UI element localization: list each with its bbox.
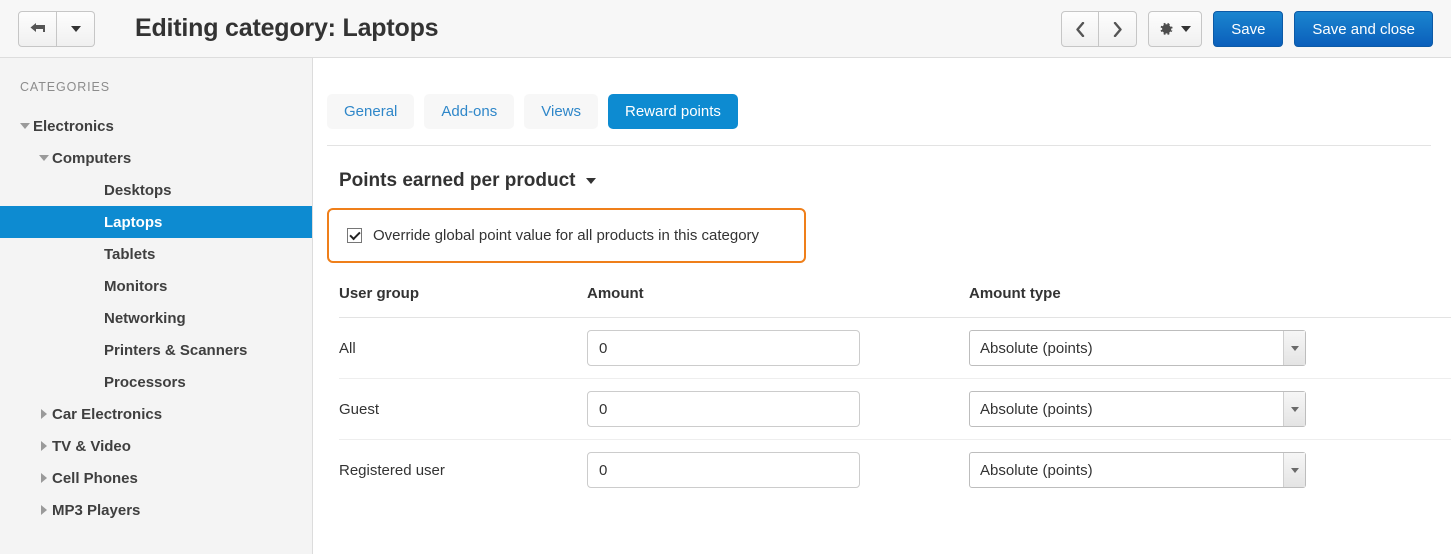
- tab-add-ons[interactable]: Add-ons: [424, 94, 515, 129]
- sidebar-item-monitors[interactable]: Monitors: [0, 270, 312, 302]
- sidebar-item-label: Processors: [104, 373, 186, 391]
- sidebar-item-label: Electronics: [33, 117, 114, 135]
- back-button-group: [18, 10, 95, 47]
- table-header-row: User group Amount Amount type: [339, 285, 1451, 318]
- sidebar-item-label: Computers: [52, 149, 132, 167]
- sidebar-item-label: Desktops: [104, 181, 172, 199]
- main-content: General Add-ons Views Reward points Points …: [313, 58, 1451, 554]
- settings-dropdown-button[interactable]: [1148, 11, 1203, 47]
- points-table: User group Amount Amount type All Absolut…: [339, 285, 1451, 500]
- caret-right-icon[interactable]: [36, 441, 52, 451]
- category-tree: Electronics Computers Desktops Laptops Table…: [0, 110, 312, 526]
- sidebar-title: CATEGORIES: [20, 80, 111, 94]
- page-body: CATEGORIES Electronics Computers Desktops L…: [0, 58, 1451, 554]
- amount-input[interactable]: [587, 391, 860, 427]
- sidebar-item-label: Laptops: [104, 213, 163, 231]
- tab-reward-points[interactable]: Reward points: [608, 94, 738, 129]
- column-header-user-group: User group: [339, 285, 587, 318]
- section-header-points-earned[interactable]: Points earned per product: [339, 170, 1431, 192]
- sidebar-item-label: TV & Video: [52, 437, 131, 455]
- sidebar-item-desktops[interactable]: Desktops: [0, 174, 312, 206]
- caret-right-icon[interactable]: [36, 473, 52, 483]
- sidebar-item-car-electronics[interactable]: Car Electronics: [0, 398, 312, 430]
- cell-amount: [587, 440, 969, 501]
- tab-views[interactable]: Views: [524, 94, 598, 129]
- nav-button-group: [1061, 11, 1138, 47]
- chevron-down-icon: [1181, 26, 1192, 32]
- previous-button[interactable]: [1061, 11, 1100, 47]
- sidebar-item-label: Monitors: [104, 277, 168, 295]
- tab-divider: [327, 145, 1431, 146]
- sidebar-item-label: Car Electronics: [52, 405, 163, 423]
- tab-bar: General Add-ons Views Reward points: [327, 94, 1431, 129]
- chevron-left-icon: [1076, 21, 1084, 37]
- chevron-right-icon: [1114, 21, 1122, 37]
- sidebar-item-label: MP3 Players: [52, 501, 141, 519]
- back-button[interactable]: [18, 10, 57, 47]
- override-checkbox-label[interactable]: Override global point value for all prod…: [373, 227, 759, 244]
- cell-user-group: Guest: [339, 378, 587, 440]
- header-actions: Save Save and close: [1061, 0, 1433, 58]
- amount-type-select-value: Absolute (points): [980, 400, 1093, 418]
- cell-user-group: All: [339, 317, 587, 379]
- caret-right-icon[interactable]: [36, 409, 52, 419]
- sidebar-item-printers-scanners[interactable]: Printers & Scanners: [0, 334, 312, 366]
- amount-type-select[interactable]: Absolute (points): [969, 452, 1306, 488]
- caret-down-icon: [586, 178, 597, 184]
- sidebar-item-cell-phones[interactable]: Cell Phones: [0, 462, 312, 494]
- column-header-amount: Amount: [587, 285, 969, 318]
- override-checkbox[interactable]: [347, 228, 362, 243]
- chevron-down-icon: [1283, 392, 1305, 426]
- chevron-down-icon: [1283, 453, 1305, 487]
- gear-icon: [1160, 22, 1173, 35]
- table-row: All Absolute (points): [339, 317, 1451, 379]
- sidebar-item-electronics[interactable]: Electronics: [0, 110, 312, 142]
- page-header: Editing category: Laptops Save Save and …: [0, 0, 1451, 58]
- amount-input[interactable]: [587, 330, 860, 366]
- sidebar-item-label: Cell Phones: [52, 469, 138, 487]
- cell-amount-type: Absolute (points): [969, 440, 1451, 501]
- save-button[interactable]: Save: [1213, 11, 1284, 47]
- categories-sidebar: CATEGORIES Electronics Computers Desktops L…: [0, 58, 313, 554]
- amount-input[interactable]: [587, 452, 860, 488]
- save-and-close-button[interactable]: Save and close: [1294, 11, 1433, 47]
- tab-general[interactable]: General: [327, 94, 415, 129]
- override-highlight-box: Override global point value for all prod…: [327, 208, 806, 263]
- cell-amount-type: Absolute (points): [969, 378, 1451, 440]
- amount-type-select[interactable]: Absolute (points): [969, 330, 1306, 366]
- back-arrow-icon: [30, 23, 45, 32]
- cell-amount-type: Absolute (points): [969, 317, 1451, 379]
- chevron-down-icon: [1283, 331, 1305, 365]
- cell-user-group: Registered user: [339, 461, 445, 479]
- page-title: Editing category: Laptops: [135, 14, 439, 42]
- caret-down-icon[interactable]: [17, 123, 33, 129]
- section-title: Points earned per product: [339, 170, 576, 191]
- caret-right-icon[interactable]: [36, 505, 52, 515]
- caret-down-icon[interactable]: [36, 155, 52, 161]
- table-row: Registered user Absolute (points): [339, 440, 1451, 501]
- table-row: Guest Absolute (points): [339, 378, 1451, 440]
- sidebar-item-processors[interactable]: Processors: [0, 366, 312, 398]
- sidebar-item-laptops[interactable]: Laptops: [0, 206, 312, 238]
- sidebar-item-label: Tablets: [104, 245, 156, 263]
- back-dropdown-button[interactable]: [57, 10, 95, 47]
- amount-type-select-value: Absolute (points): [980, 461, 1093, 479]
- next-button[interactable]: [1099, 11, 1138, 47]
- sidebar-item-tablets[interactable]: Tablets: [0, 238, 312, 270]
- sidebar-item-tv-video[interactable]: TV & Video: [0, 430, 312, 462]
- sidebar-item-networking[interactable]: Networking: [0, 302, 312, 334]
- chevron-down-icon: [70, 25, 81, 32]
- amount-type-select[interactable]: Absolute (points): [969, 391, 1306, 427]
- sidebar-item-label: Networking: [104, 309, 186, 327]
- sidebar-item-computers[interactable]: Computers: [0, 142, 312, 174]
- sidebar-item-mp3-players[interactable]: MP3 Players: [0, 494, 312, 526]
- cell-amount: [587, 378, 969, 440]
- amount-type-select-value: Absolute (points): [980, 339, 1093, 357]
- cell-amount: [587, 317, 969, 379]
- sidebar-item-label: Printers & Scanners: [104, 341, 248, 359]
- column-header-amount-type: Amount type: [969, 285, 1451, 318]
